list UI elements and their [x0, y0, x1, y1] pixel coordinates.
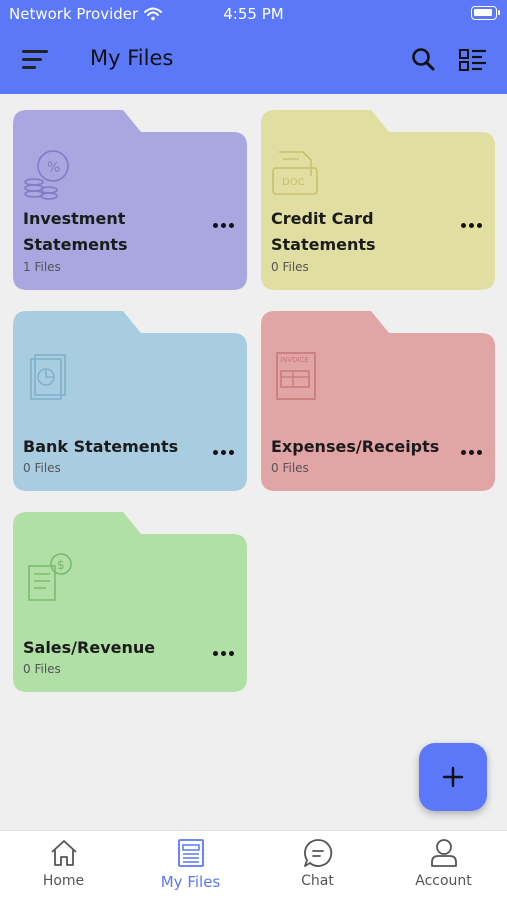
folder-file-count: 0 Files — [271, 260, 309, 274]
nav-label: Chat — [301, 873, 334, 889]
plus-icon — [442, 766, 464, 788]
more-options-icon[interactable] — [461, 220, 485, 230]
files-icon — [177, 839, 204, 867]
folder-expenses-receipts[interactable]: INVOICE Expenses/Receipts 0 Files — [261, 311, 495, 491]
more-options-icon[interactable] — [213, 447, 237, 457]
folder-sales-revenue[interactable]: $ Sales/Revenue 0 Files — [13, 512, 247, 692]
list-view-button[interactable] — [458, 46, 488, 74]
document-doc-icon: DOC — [272, 151, 318, 195]
nav-item-home[interactable]: Home — [0, 837, 127, 897]
folder-name-line1: Investment — [23, 209, 126, 228]
bottom-navigation: Home My Files Chat Account — [0, 830, 507, 900]
nav-label: Account — [415, 873, 472, 889]
folder-name: Expenses/Receipts — [271, 437, 440, 456]
sales-receipt-dollar-icon: $ — [28, 553, 72, 601]
status-time: 4:55 PM — [223, 5, 284, 23]
nav-item-chat[interactable]: Chat — [254, 837, 381, 897]
svg-text:%: % — [47, 160, 60, 176]
report-chart-icon — [30, 354, 66, 400]
chat-icon — [303, 839, 332, 867]
investment-percent-icon: % — [24, 150, 69, 200]
menu-button[interactable] — [22, 50, 48, 70]
list-view-icon — [459, 49, 486, 71]
folder-file-count: 0 Files — [23, 461, 61, 475]
more-options-icon[interactable] — [461, 447, 485, 457]
folder-file-count: 0 Files — [271, 461, 309, 475]
folder-bank-statements[interactable]: Bank Statements 0 Files — [13, 311, 247, 491]
folder-name-line1: Credit Card — [271, 209, 374, 228]
home-icon — [50, 840, 77, 866]
nav-item-my-files[interactable]: My Files — [127, 837, 254, 897]
folder-name-line2: Statements — [271, 235, 376, 254]
folder-name: Sales/Revenue — [23, 638, 156, 657]
more-options-icon[interactable] — [213, 220, 237, 230]
search-button[interactable] — [410, 46, 438, 74]
more-options-icon[interactable] — [213, 648, 237, 658]
svg-text:INVOICE: INVOICE — [280, 356, 309, 364]
add-folder-button[interactable] — [419, 743, 487, 811]
invoice-icon: INVOICE — [276, 352, 316, 400]
svg-text:$: $ — [57, 558, 65, 572]
svg-text:DOC: DOC — [282, 177, 305, 188]
folder-file-count: 0 Files — [23, 662, 61, 676]
folder-name: Bank Statements — [23, 437, 179, 456]
folder-credit-card-statements[interactable]: DOC Credit Card Statements 0 Files — [261, 110, 495, 290]
account-icon — [430, 839, 457, 867]
battery-icon — [471, 6, 500, 20]
nav-label: Home — [42, 873, 85, 889]
search-icon — [412, 48, 435, 71]
folder-investment-statements[interactable]: % Investment Statements 1 Files — [13, 110, 247, 290]
status-bar: Network Provider 4:55 PM — [0, 0, 507, 28]
folder-name-line2: Statements — [23, 235, 128, 254]
app-header: Network Provider 4:55 PM My Files — [0, 0, 507, 94]
nav-label: My Files — [160, 873, 221, 891]
folder-file-count: 1 Files — [23, 260, 61, 274]
page-title: My Files — [90, 46, 174, 70]
nav-item-account[interactable]: Account — [380, 837, 507, 897]
